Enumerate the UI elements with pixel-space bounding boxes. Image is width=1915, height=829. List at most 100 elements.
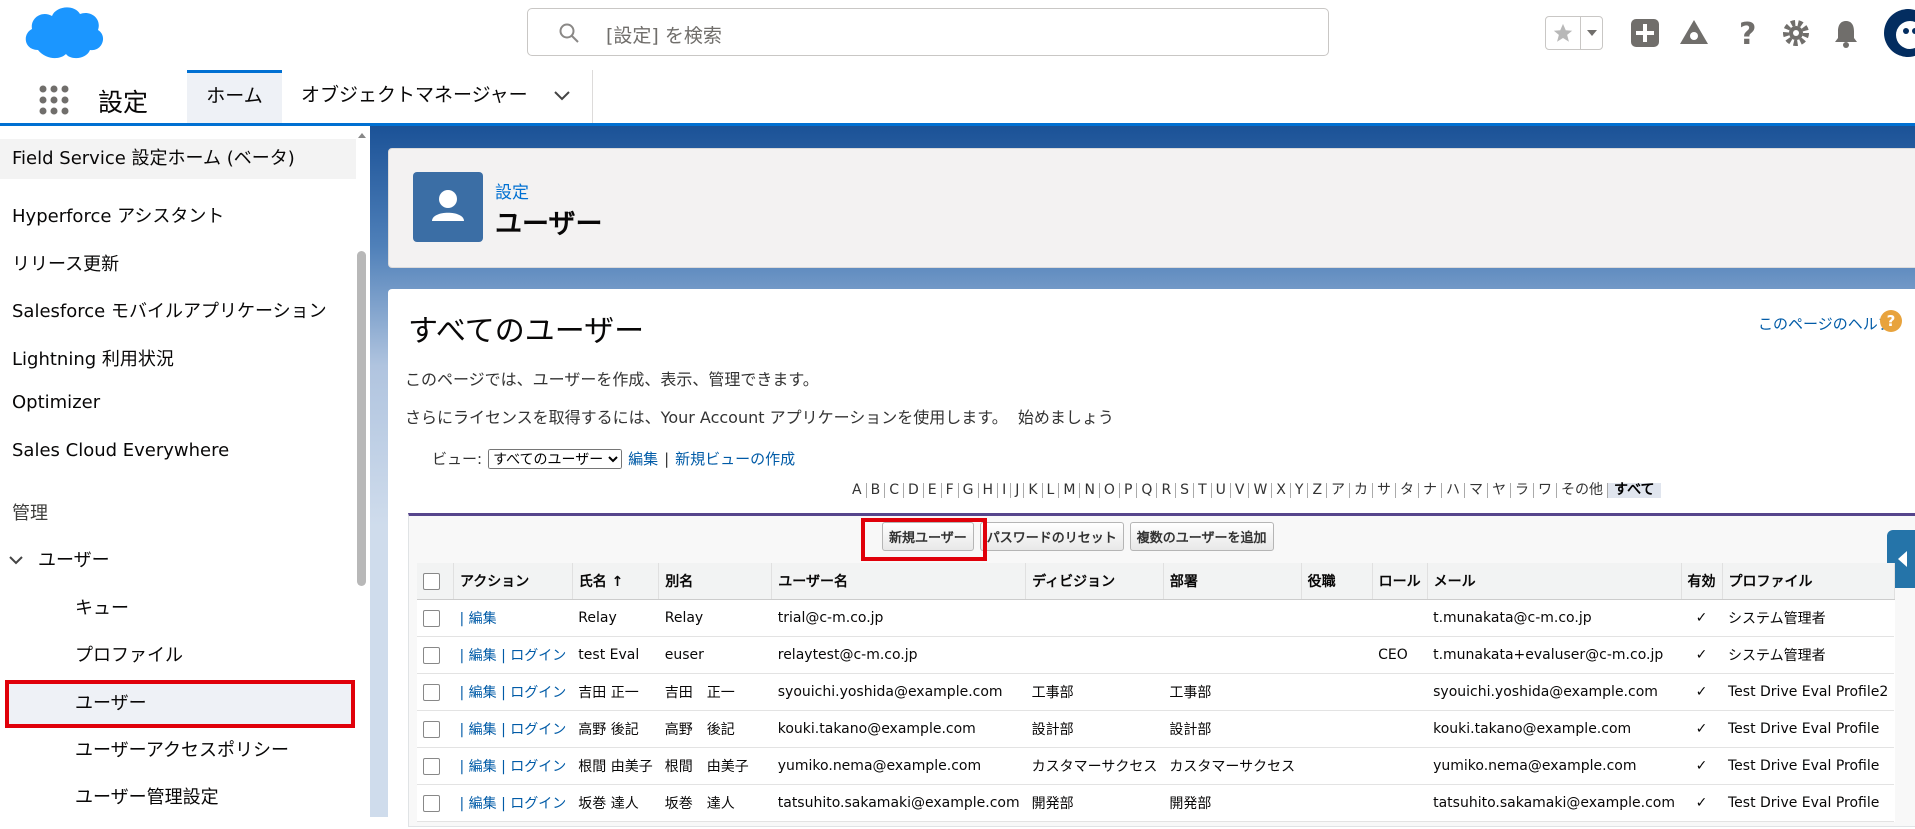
sidebar-item-users[interactable]: ユーザー [75, 689, 147, 715]
cell-username-link[interactable]: tatsuhito.sakamaki@example.com [778, 795, 1020, 811]
alpha-filter-item[interactable]: ナ [1419, 483, 1443, 498]
chevron-down-icon[interactable] [553, 90, 571, 102]
view-new-link[interactable]: 新規ビューの作成 [675, 448, 795, 469]
alpha-filter-item[interactable]: ヤ [1488, 483, 1512, 498]
plus-icon[interactable] [1628, 16, 1662, 50]
alpha-filter-item[interactable]: K [1024, 483, 1043, 498]
cell-alias-link[interactable]: 坂巻 達人 [665, 796, 735, 812]
alpha-filter-item[interactable]: ラ [1511, 483, 1535, 498]
row-action-links[interactable]: | 編集 | ログイン [460, 796, 567, 812]
alpha-filter-item[interactable]: すべて [1608, 483, 1661, 498]
alpha-filter-item[interactable]: F [942, 483, 959, 498]
sidebar-item-sales-cloud-everywhere[interactable]: Sales Cloud Everywhere [12, 440, 229, 461]
alpha-filter-item[interactable]: マ [1465, 483, 1489, 498]
sidebar-scroll-thumb[interactable] [357, 251, 366, 586]
column-header[interactable]: アクション [453, 563, 573, 600]
column-header[interactable]: ディビジョン [1025, 563, 1164, 600]
alpha-filter-item[interactable]: E [924, 483, 942, 498]
gear-icon[interactable] [1779, 16, 1813, 50]
bell-icon[interactable] [1829, 16, 1863, 50]
row-action-links[interactable]: | 編集 | ログイン [460, 759, 567, 775]
alpha-filter-item[interactable]: カ [1350, 483, 1374, 498]
tab-home[interactable]: ホーム [187, 70, 282, 123]
alpha-filter-item[interactable]: B [867, 483, 886, 498]
sidebar-item-profiles[interactable]: プロファイル [75, 641, 183, 667]
cell-email-link[interactable]: t.munakata+evaluser@c-m.co.jp [1433, 647, 1663, 663]
sidebar-item-hyperforce[interactable]: Hyperforce アシスタント [12, 202, 224, 228]
sidebar-item-release-updates[interactable]: リリース更新 [12, 250, 119, 276]
alpha-filter-item[interactable]: L [1043, 483, 1060, 498]
cell-alias-link[interactable]: 根間 由美子 [665, 759, 749, 775]
help-link[interactable]: このページのヘルプ [1758, 313, 1893, 334]
alpha-filter-item[interactable]: M [1059, 483, 1081, 498]
trailhead-icon[interactable] [1677, 16, 1711, 50]
alpha-filter-item[interactable]: H [979, 483, 999, 498]
alpha-filter-item[interactable]: P [1120, 483, 1138, 498]
row-action-links[interactable]: | 編集 | ログイン [460, 648, 567, 664]
cell-profile-link[interactable]: Test Drive Eval Profile [1728, 721, 1879, 737]
column-header[interactable]: 氏名 ↑ [572, 563, 660, 600]
cell-profile-link[interactable]: Test Drive Eval Profile2 [1728, 684, 1888, 700]
row-checkbox[interactable] [423, 720, 440, 738]
alpha-filter-item[interactable]: I [998, 483, 1012, 498]
alpha-filter-item[interactable]: V [1231, 483, 1250, 498]
column-header[interactable]: ロール [1372, 563, 1428, 600]
alpha-filter-item[interactable]: R [1157, 483, 1177, 498]
cell-username-link[interactable]: syouichi.yoshida@example.com [778, 684, 1003, 700]
sidebar-item-lightning-usage[interactable]: Lightning 利用状況 [12, 345, 174, 371]
cell-alias-link[interactable]: 吉田 正一 [665, 685, 735, 701]
cell-username-link[interactable]: relaytest@c-m.co.jp [778, 647, 918, 663]
alpha-filter-item[interactable]: C [885, 483, 904, 498]
alpha-filter-item[interactable]: T [1194, 483, 1212, 498]
cell-email-link[interactable]: yumiko.nema@example.com [1433, 758, 1636, 774]
sidebar-item-user-management-settings[interactable]: ユーザー管理設定 [75, 783, 219, 809]
row-checkbox[interactable] [423, 646, 440, 664]
alpha-filter-item[interactable]: サ [1373, 483, 1397, 498]
column-header[interactable]: ユーザー名 [771, 563, 1027, 600]
column-header[interactable]: 有効 [1681, 563, 1723, 600]
salesforce-logo[interactable] [18, 2, 106, 64]
cell-alias-link[interactable]: euser [665, 647, 704, 663]
cell-name-link[interactable]: 根間 由美子 [578, 759, 652, 775]
column-header[interactable]: 役職 [1301, 563, 1373, 600]
cell-name-link[interactable]: 吉田 正一 [578, 685, 638, 701]
cell-name-link[interactable]: 高野 後記 [578, 722, 638, 738]
sidebar-item-optimizer[interactable]: Optimizer [12, 392, 100, 413]
cell-alias-link[interactable]: 高野 後記 [665, 722, 735, 738]
alpha-filter-item[interactable]: ハ [1442, 483, 1466, 498]
row-checkbox[interactable] [423, 683, 440, 701]
cell-profile-link[interactable]: Test Drive Eval Profile [1728, 795, 1879, 811]
alpha-filter-item[interactable]: Z [1308, 483, 1328, 498]
cell-profile-link[interactable]: システム管理者 [1728, 648, 1826, 664]
column-header[interactable]: 部署 [1163, 563, 1302, 600]
star-icon[interactable] [1546, 17, 1581, 49]
row-checkbox[interactable] [423, 609, 440, 627]
cell-name-link[interactable]: 坂巻 達人 [578, 796, 638, 812]
alpha-filter-item[interactable]: U [1212, 483, 1231, 498]
help-question-icon[interactable]: ? [1880, 310, 1902, 332]
cell-email-link[interactable]: kouki.takano@example.com [1433, 721, 1631, 737]
setup-search-input[interactable]: [設定] を検索 [527, 8, 1329, 56]
help-icon[interactable]: ? [1731, 16, 1765, 50]
cell-alias-link[interactable]: Relay [665, 610, 703, 626]
alpha-filter-item[interactable]: D [904, 483, 924, 498]
view-select[interactable]: すべてのユーザー [488, 448, 623, 469]
tab-object-manager[interactable]: オブジェクトマネージャー [283, 70, 593, 123]
alpha-filter-item[interactable]: O [1100, 483, 1120, 498]
row-action-links[interactable]: | 編集 | ログイン [460, 685, 567, 701]
column-header[interactable]: プロファイル [1722, 563, 1895, 600]
alpha-filter-item[interactable]: J [1011, 483, 1025, 498]
column-header[interactable]: メール [1427, 563, 1682, 600]
favorites-button[interactable] [1545, 16, 1603, 50]
alpha-filter-item[interactable]: S [1176, 483, 1195, 498]
scroll-up-icon[interactable] [357, 131, 367, 139]
select-all-checkbox[interactable] [423, 572, 440, 590]
alpha-filter-item[interactable]: Y [1291, 483, 1309, 498]
row-action-links[interactable]: | 編集 | ログイン [460, 722, 567, 738]
sidebar-item-mobile-app[interactable]: Salesforce モバイルアプリケーション [12, 297, 327, 323]
reset-password-button[interactable]: パスワードのリセット [979, 522, 1124, 551]
cell-profile-link[interactable]: システム管理者 [1728, 611, 1826, 627]
sidebar-item-users-selected[interactable] [5, 680, 355, 728]
add-multiple-users-button[interactable]: 複数のユーザーを追加 [1129, 522, 1274, 551]
alpha-filter-item[interactable]: G [959, 483, 979, 498]
